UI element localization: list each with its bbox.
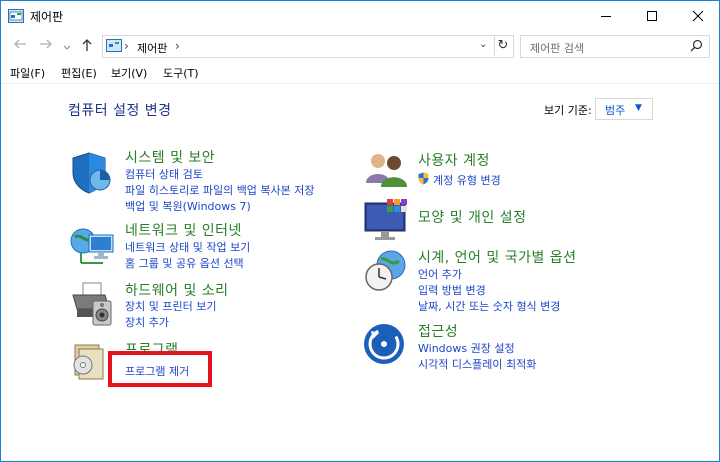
link-change-date-time-format[interactable]: 날짜, 시간 또는 숫자 형식 변경 (418, 298, 560, 314)
up-arrow-icon[interactable] (81, 38, 93, 56)
search-icon[interactable] (690, 39, 703, 55)
ease-of-access-icon[interactable] (363, 323, 411, 371)
category-user-accounts[interactable]: 사용자 계정 (418, 150, 490, 170)
printer-speaker-icon[interactable] (69, 279, 117, 327)
breadcrumb-separator-icon[interactable]: › (175, 39, 180, 53)
link-review-computer-status[interactable]: 컴퓨터 상태 검토 (125, 166, 203, 182)
link-homegroup-sharing[interactable]: 홈 그룹 및 공유 옵션 선택 (125, 255, 244, 271)
control-panel-window: 제어판 › 제어판 › ⌄ ↻ 제어판 검색 파일(F) 편집(E) 보기(V)… (0, 0, 720, 462)
category-network-internet[interactable]: 네트워크 및 인터넷 (125, 220, 242, 240)
address-bar[interactable]: › 제어판 › ⌄ (102, 35, 514, 58)
category-appearance-personalization[interactable]: 모양 및 개인 설정 (418, 207, 527, 227)
window-title: 제어판 (30, 10, 64, 24)
view-by-select[interactable]: 범주 ▼ (595, 98, 653, 120)
recent-locations-chevron-icon[interactable] (63, 41, 71, 55)
search-input[interactable]: 제어판 검색 (520, 35, 710, 58)
link-change-account-type[interactable]: 계정 유형 변경 (433, 172, 501, 188)
clock-language-icon[interactable] (363, 247, 411, 295)
category-hardware-sound[interactable]: 하드웨어 및 소리 (125, 280, 229, 300)
category-clock-language-region[interactable]: 시계, 언어 및 국가별 옵션 (418, 247, 577, 267)
page-title: 컴퓨터 설정 변경 (68, 103, 172, 119)
breadcrumb-separator-icon[interactable]: › (124, 39, 129, 53)
address-dropdown-icon[interactable]: ⌄ (479, 39, 487, 50)
link-uninstall-program[interactable]: 프로그램 제거 (125, 363, 189, 379)
search-placeholder: 제어판 검색 (530, 42, 585, 55)
back-arrow-icon[interactable] (13, 38, 27, 54)
menu-edit[interactable]: 편집(E) (61, 65, 97, 81)
forward-arrow-icon[interactable] (39, 38, 53, 54)
link-change-input-method[interactable]: 입력 방법 변경 (418, 282, 486, 298)
title-bar: 제어판 (1, 1, 719, 31)
refresh-icon[interactable]: ↻ (494, 35, 511, 56)
appearance-monitor-icon[interactable] (363, 197, 411, 245)
user-accounts-icon[interactable] (363, 149, 411, 197)
control-panel-small-icon (106, 39, 122, 52)
view-by-label: 보기 기준: (544, 104, 592, 117)
control-panel-icon (8, 9, 24, 23)
maximize-button[interactable] (629, 1, 675, 31)
breadcrumb-control-panel[interactable]: 제어판 (137, 40, 167, 56)
menu-bar: 파일(F) 편집(E) 보기(V) 도구(T) (1, 61, 719, 84)
link-add-language[interactable]: 언어 추가 (418, 266, 462, 282)
link-devices-printers[interactable]: 장치 및 프린터 보기 (125, 298, 216, 314)
menu-view[interactable]: 보기(V) (111, 65, 147, 81)
link-file-history-backup[interactable]: 파일 히스토리로 파일의 백업 복사본 저장 (125, 182, 315, 198)
uac-shield-icon (418, 172, 429, 188)
navigation-bar: › 제어판 › ⌄ ↻ 제어판 검색 (1, 33, 719, 59)
view-by-value: 범주 (605, 104, 626, 117)
link-optimize-visual-display[interactable]: 시각적 디스플레이 최적화 (418, 356, 536, 372)
category-ease-of-access[interactable]: 접근성 (418, 321, 458, 341)
link-add-device[interactable]: 장치 추가 (125, 314, 169, 330)
shield-icon[interactable] (69, 149, 117, 197)
dropdown-caret-icon: ▼ (635, 103, 642, 113)
minimize-button[interactable] (583, 1, 629, 31)
link-network-status[interactable]: 네트워크 상태 및 작업 보기 (125, 239, 250, 255)
menu-file[interactable]: 파일(F) (10, 65, 45, 81)
category-system-security[interactable]: 시스템 및 보안 (125, 147, 215, 167)
link-backup-restore[interactable]: 백업 및 복원(Windows 7) (125, 198, 251, 214)
link-windows-recommended-settings[interactable]: Windows 권장 설정 (418, 340, 515, 356)
close-button[interactable] (675, 1, 719, 31)
network-globe-icon[interactable] (69, 221, 117, 269)
menu-tools[interactable]: 도구(T) (163, 65, 199, 81)
